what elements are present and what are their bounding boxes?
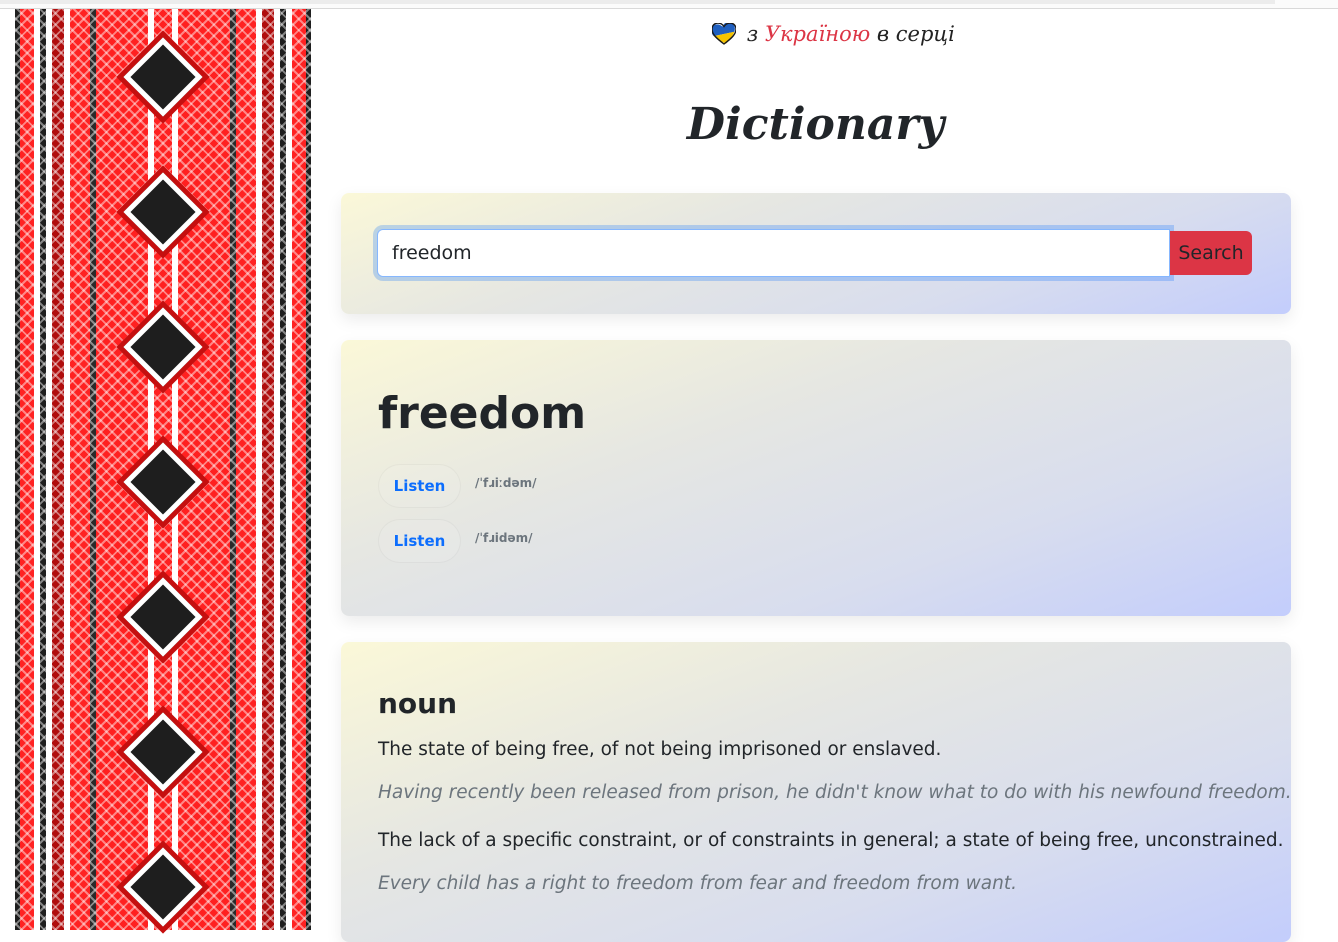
part-of-speech: noun [378, 687, 458, 720]
phonetic-text: /ˈfɹidəm/ [475, 531, 533, 545]
slogan-country: Україною [764, 22, 871, 46]
ornament-motif [123, 307, 203, 387]
pronunciation-row: Listen /ˈfɹiːdəm/ [378, 464, 778, 508]
slogan-suffix: в серці [876, 22, 955, 46]
example-text: Having recently been released from priso… [378, 782, 1292, 803]
ornament-motif [123, 172, 203, 252]
page-title: Dictionary [686, 99, 945, 150]
word-header-card: freedom Listen /ˈfɹiːdəm/ Listen /ˈfɹidə… [341, 340, 1291, 616]
ukraine-slogan: з Україною в серці [712, 18, 955, 50]
browser-top-strip [0, 0, 1338, 9]
search-button[interactable]: Search [1170, 231, 1252, 275]
definition-text: The lack of a specific constraint, or of… [378, 830, 1284, 851]
ukraine-heart-icon [712, 22, 736, 45]
ornament-motif [123, 442, 203, 522]
pronunciation-row: Listen /ˈfɹidəm/ [378, 519, 778, 563]
phonetic-text: /ˈfɹiːdəm/ [475, 476, 537, 490]
ornament-motif [123, 847, 203, 927]
listen-button[interactable]: Listen [378, 464, 461, 508]
search-card: Search [341, 193, 1291, 314]
ornament-motif [123, 37, 203, 117]
example-text: Every child has a right to freedom from … [378, 873, 1017, 894]
slogan-prefix: з [746, 22, 759, 46]
ornament-motif [123, 712, 203, 792]
ornament-motif [123, 577, 203, 657]
vyshyvanka-ornament [12, 9, 314, 930]
headword: freedom [378, 388, 587, 439]
listen-button[interactable]: Listen [378, 519, 461, 563]
search-input[interactable] [377, 229, 1170, 277]
definition-text: The state of being free, of not being im… [378, 739, 942, 760]
browser-scroll-track [0, 0, 1275, 4]
meaning-card: noun The state of being free, of not bei… [341, 642, 1292, 942]
